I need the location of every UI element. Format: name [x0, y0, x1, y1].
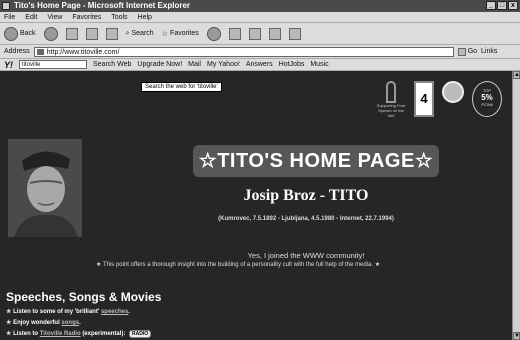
- menu-file[interactable]: File: [4, 14, 15, 21]
- back-arrow-icon: [4, 26, 18, 41]
- header-badges: Supporting Free Speech on the Net 4 TOP …: [376, 81, 502, 125]
- star-icon: ★: [6, 309, 12, 315]
- answers-link[interactable]: Answers: [246, 61, 273, 68]
- links-button[interactable]: Links: [481, 48, 497, 55]
- top-award-badge[interactable]: TOP 5% PCWit: [472, 81, 502, 117]
- star-icon: ★: [374, 262, 381, 268]
- seal-icon[interactable]: [442, 81, 464, 103]
- search-tooltip: Search the web for 'titoville': [141, 82, 222, 92]
- upgrade-button[interactable]: Upgrade Now!: [137, 61, 182, 68]
- ribbon-icon: [386, 81, 396, 103]
- list-item: ★ Enjoy wonderful songs.: [6, 320, 81, 326]
- award-bottom-label: PCWit: [481, 102, 493, 107]
- free-speech-ribbon[interactable]: Supporting Free Speech on the Net: [376, 81, 406, 125]
- navigation-toolbar: Back ⌕ Search ☆ Favorites: [0, 23, 520, 45]
- mail-button[interactable]: [228, 27, 241, 40]
- search-button[interactable]: ⌕ Search: [126, 30, 154, 38]
- refresh-button[interactable]: [85, 27, 98, 40]
- insight-text: ★ This point offers a thorough insight i…: [96, 262, 381, 268]
- menu-help[interactable]: Help: [138, 14, 152, 21]
- hotjobs-link[interactable]: HotJobs: [279, 61, 305, 68]
- portrait-image: [8, 139, 82, 237]
- history-button[interactable]: [206, 26, 221, 41]
- address-bar: Address http://www.titoville.com/ Go Lin…: [0, 45, 520, 59]
- tito-portrait: [8, 139, 82, 237]
- section-title: Speeches, Songs & Movies: [6, 290, 162, 304]
- menu-edit[interactable]: Edit: [25, 14, 37, 21]
- award-percent: 5%: [481, 93, 493, 102]
- joined-text: Yes, I joined the WWW community!: [247, 251, 365, 260]
- window-title-bar: Tito's Home Page - Microsoft Internet Ex…: [0, 0, 520, 12]
- favorites-button[interactable]: ☆ Favorites: [162, 30, 199, 38]
- star-icon: ★: [6, 331, 12, 337]
- life-dates: (Kumrovec, 7.5.1892 - Ljubljana, 4.5.198…: [218, 216, 394, 222]
- window-title: Tito's Home Page - Microsoft Internet Ex…: [14, 1, 191, 10]
- star-icon: ☆: [161, 30, 168, 38]
- menu-favorites[interactable]: Favorites: [72, 14, 101, 21]
- page-content: Search the web for 'titoville' Supportin…: [0, 71, 512, 340]
- songs-link[interactable]: songs: [61, 320, 79, 326]
- window-controls: _ □ x: [486, 1, 518, 10]
- search-web-button[interactable]: Search Web: [93, 61, 131, 68]
- menu-tools[interactable]: Tools: [111, 14, 127, 21]
- yahoo-toolbar: Y! titoville Search Web Upgrade Now! Mai…: [0, 59, 520, 71]
- list-item: ★ Listen to Titoville Radio (experimenta…: [6, 330, 152, 338]
- yahoo-logo[interactable]: Y!: [4, 60, 13, 70]
- stop-button[interactable]: [65, 27, 78, 40]
- radio-button[interactable]: RADIO: [129, 330, 152, 338]
- page-heading: Josip Broz - TITO: [243, 187, 369, 204]
- forward-button[interactable]: [43, 26, 58, 41]
- minimize-button[interactable]: _: [486, 1, 496, 10]
- speeches-link[interactable]: speeches: [101, 309, 128, 315]
- back-button[interactable]: Back: [4, 26, 36, 41]
- go-button[interactable]: Go: [457, 47, 477, 56]
- maximize-button[interactable]: □: [497, 1, 507, 10]
- list-item: ★ Listen to some of my 'brilliant' speec…: [6, 309, 130, 315]
- print-button[interactable]: [248, 27, 261, 40]
- titoville-radio-link[interactable]: Titoville Radio: [40, 331, 81, 337]
- vertical-scrollbar[interactable]: ▲ ▼: [512, 71, 520, 340]
- yahoo-search-input[interactable]: titoville: [19, 60, 87, 69]
- music-link[interactable]: Music: [310, 61, 328, 68]
- search-icon: ⌕: [125, 29, 130, 37]
- edit-button[interactable]: [268, 27, 281, 40]
- scroll-down-arrow[interactable]: ▼: [513, 332, 520, 340]
- go-arrow-icon: [457, 47, 466, 56]
- my-yahoo-link[interactable]: My Yahoo!: [207, 61, 240, 68]
- star-icon: ★: [96, 262, 102, 268]
- ribbon-caption: Supporting Free Speech on the Net: [376, 103, 406, 118]
- scroll-up-arrow[interactable]: ▲: [513, 71, 520, 79]
- menu-view[interactable]: View: [47, 14, 62, 21]
- site-logo: ☆TITO'S HOME PAGE☆: [193, 145, 439, 177]
- menu-bar: File Edit View Favorites Tools Help: [0, 12, 520, 23]
- address-label: Address: [4, 48, 30, 55]
- home-button[interactable]: [105, 27, 118, 40]
- ie-icon: [2, 2, 10, 10]
- mail-link[interactable]: Mail: [188, 61, 201, 68]
- rank-badge[interactable]: 4: [414, 81, 434, 117]
- discuss-button[interactable]: [288, 27, 301, 40]
- address-input[interactable]: http://www.titoville.com/: [33, 46, 454, 57]
- star-icon: ★: [6, 320, 12, 326]
- close-button[interactable]: x: [508, 1, 518, 10]
